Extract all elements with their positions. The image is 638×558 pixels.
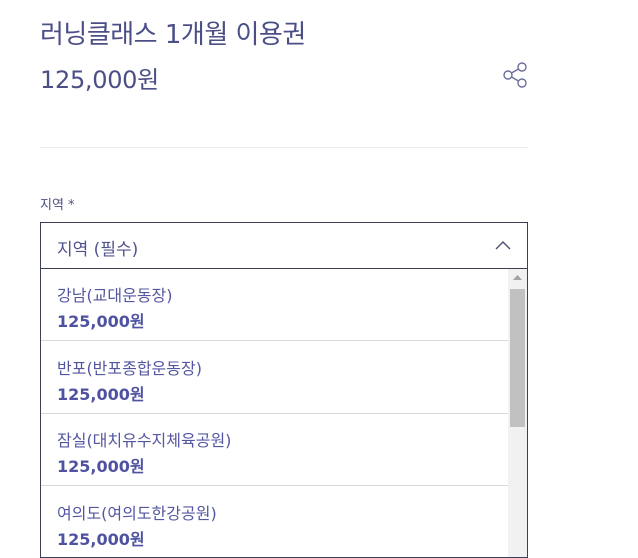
divider xyxy=(40,147,528,148)
option-name: 잠실(대치유수지체육공원) xyxy=(57,431,232,450)
region-option-banpo[interactable]: 반포(반포종합운동장) 125,000원 xyxy=(41,342,508,414)
share-icon xyxy=(503,62,527,88)
option-price: 125,000원 xyxy=(57,312,145,331)
region-option-yeouido[interactable]: 여의도(여의도한강공원) 125,000원 xyxy=(41,487,508,557)
region-option-jamsil[interactable]: 잠실(대치유수지체육공원) 125,000원 xyxy=(41,414,508,486)
chevron-up-icon xyxy=(495,241,511,250)
product-title: 러닝클래스 1개월 이용권 xyxy=(40,20,306,50)
region-label: 지역 * xyxy=(40,198,75,213)
option-price: 125,000원 xyxy=(57,385,145,404)
option-name: 강남(교대운동장) xyxy=(57,286,173,305)
scroll-up-arrow-icon[interactable] xyxy=(508,269,527,287)
region-select-value: 지역 (필수) xyxy=(57,240,139,260)
option-name: 여의도(여의도한강공원) xyxy=(57,504,217,523)
scrollbar-thumb[interactable] xyxy=(510,289,525,427)
region-select[interactable]: 지역 (필수) xyxy=(40,222,528,269)
share-button[interactable] xyxy=(500,60,530,90)
option-name: 반포(반포종합운동장) xyxy=(57,359,202,378)
product-price: 125,000원 xyxy=(40,66,159,94)
option-price: 125,000원 xyxy=(57,530,145,549)
dropdown-scrollbar[interactable] xyxy=(508,269,527,557)
region-dropdown[interactable]: 강남(교대운동장) 125,000원 반포(반포종합운동장) 125,000원 … xyxy=(40,268,528,558)
option-price: 125,000원 xyxy=(57,457,145,476)
region-option-gangnam[interactable]: 강남(교대운동장) 125,000원 xyxy=(41,269,508,341)
